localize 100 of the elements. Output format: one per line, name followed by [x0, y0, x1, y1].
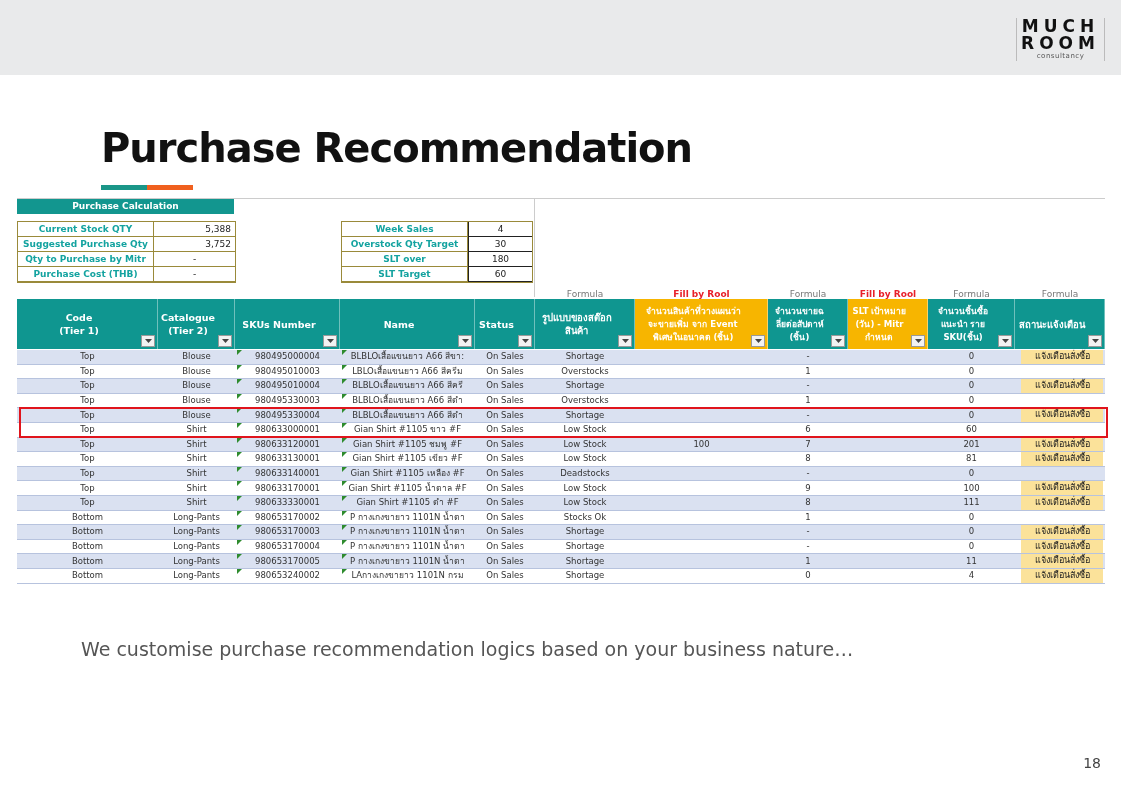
alert-label: แจ้งเตือนสั่งซื้อ [1021, 481, 1103, 495]
table-cell: On Sales [486, 379, 524, 393]
comment-flag-icon [342, 510, 347, 516]
table-cell: - [154, 252, 235, 267]
table-cell: 980633140001 [255, 467, 320, 481]
column-header: จำนวนสินค้าที่วางแผนว่า จะขายเพิ่ม จาก Event พิเศษในอนาคต (ชิ้น) [645, 304, 741, 344]
filter-button[interactable] [323, 335, 337, 347]
logo-text: MUCH [1021, 18, 1100, 35]
table-cell: BLBLOเสื้อแขนยาว A66 สีครี [352, 379, 463, 393]
table-cell: 980495010004 [255, 379, 320, 393]
table-cell: 60 [966, 423, 977, 437]
filter-button[interactable] [998, 335, 1012, 347]
table-cell: Shortage [565, 408, 605, 422]
table-cell: Shortage [565, 379, 605, 393]
comment-flag-icon [237, 452, 242, 458]
filter-button[interactable] [911, 335, 925, 347]
comment-flag-icon [342, 437, 347, 443]
table-cell: On Sales [486, 408, 524, 422]
table-cell: On Sales [486, 467, 524, 481]
filter-button[interactable] [751, 335, 765, 347]
table-cell: - [806, 408, 810, 422]
table-cell: Shortage [565, 540, 605, 553]
table-cell: Blouse [182, 408, 211, 422]
table-cell: 980653170003 [255, 525, 320, 539]
column-header: SLT เป้าหมาย (วัน) - Mitr กำหนด [852, 304, 907, 344]
table-cell: Blouse [182, 379, 211, 393]
filter-button[interactable] [618, 335, 632, 347]
filter-button[interactable] [458, 335, 472, 347]
comment-flag-icon [237, 408, 242, 414]
table-cell: 100 [963, 481, 980, 495]
table-cell: On Sales [486, 481, 524, 495]
table-cell: 980633330001 [255, 496, 320, 510]
caret-icon [621, 339, 629, 343]
table-cell: - [806, 540, 810, 553]
filter-button[interactable] [831, 335, 845, 347]
table-cell: Shirt [186, 437, 207, 451]
table-cell: Gian Shirt #1105 เขียว #F [352, 452, 463, 466]
caret-icon [754, 339, 762, 343]
table-cell: SLT over [342, 252, 468, 267]
table-cell: Stocks Ok [563, 510, 607, 524]
column-header: จำนวนขายฉ ลี่ยต่อสัปดาห์ (ชิ้น) [775, 304, 824, 344]
table-cell: Low Stock [563, 452, 607, 466]
table-cell: 1 [805, 394, 811, 408]
table-cell: 4 [968, 569, 975, 583]
table-cell: Bottom [71, 510, 104, 524]
table-cell: 8 [805, 496, 811, 510]
table-cell: 3,752 [154, 237, 235, 252]
table-cell: Top [80, 408, 95, 422]
table-cell: LAกางเกงขายาว 1101N กรม [351, 569, 464, 583]
table-cell: Gian Shirt #1105 ชมพู #F [352, 437, 463, 451]
page-number: 18 [1083, 755, 1101, 771]
comment-flag-icon [237, 481, 242, 487]
table-cell: Top [80, 423, 95, 437]
filter-button[interactable] [1088, 335, 1102, 347]
table-cell: Long-Pants [173, 540, 220, 553]
table-cell: 7 [805, 437, 811, 451]
comment-flag-icon [237, 364, 242, 370]
table-cell: Long-Pants [173, 569, 220, 583]
comment-flag-icon [342, 481, 347, 487]
table-cell: Suggested Purchase Qty [18, 237, 154, 252]
caret-icon [521, 339, 529, 343]
alert-label: แจ้งเตือนสั่งซื้อ [1021, 554, 1103, 568]
table-cell: 980495010003 [255, 364, 320, 378]
table-cell: - [154, 267, 235, 282]
comment-flag-icon [342, 422, 347, 428]
table-cell: 980495330004 [255, 408, 320, 422]
table-cell: 1 [805, 554, 811, 568]
table-cell: Top [80, 481, 95, 495]
table-cell: Top [80, 496, 95, 510]
table-cell: 0 [968, 408, 975, 422]
comment-flag-icon [342, 408, 347, 414]
column-note: Formula [1040, 289, 1080, 299]
table-cell: 1 [805, 510, 811, 524]
alert-label: แจ้งเตือนสั่งซื้อ [1021, 379, 1103, 393]
table-cell: LBLOเสื้อแขนยาว A66 สีครีม [352, 364, 463, 378]
column-note: Formula [952, 289, 991, 299]
comment-flag-icon [237, 568, 242, 574]
caret-icon [1001, 339, 1009, 343]
table-cell: 8 [805, 452, 811, 466]
filter-button[interactable] [218, 335, 232, 347]
caret-icon [1091, 339, 1099, 343]
logo-text: ROOM [1021, 35, 1100, 52]
comment-flag-icon [342, 539, 347, 545]
comment-flag-icon [342, 495, 347, 501]
table-cell: 0 [968, 350, 975, 364]
table-cell: Shirt [186, 496, 207, 510]
comment-flag-icon [342, 393, 347, 399]
column-header: จำนวนชิ้นซื้อ แนะนำ ราย SKU(ชิ้น) [938, 304, 988, 344]
comment-flag-icon [237, 466, 242, 472]
table-cell: 6 [805, 423, 811, 437]
column-header: SKUs Number [242, 317, 316, 331]
filter-button[interactable] [141, 335, 155, 347]
table-cell: Purchase Cost (THB) [18, 267, 154, 282]
table-cell: Overstocks [561, 394, 609, 408]
filter-button[interactable] [518, 335, 532, 347]
table-cell: 0 [968, 525, 975, 539]
column-header: Name [383, 317, 415, 331]
table-cell: Shirt [186, 423, 207, 437]
table-cell: Top [80, 350, 95, 364]
caret-icon [144, 339, 152, 343]
